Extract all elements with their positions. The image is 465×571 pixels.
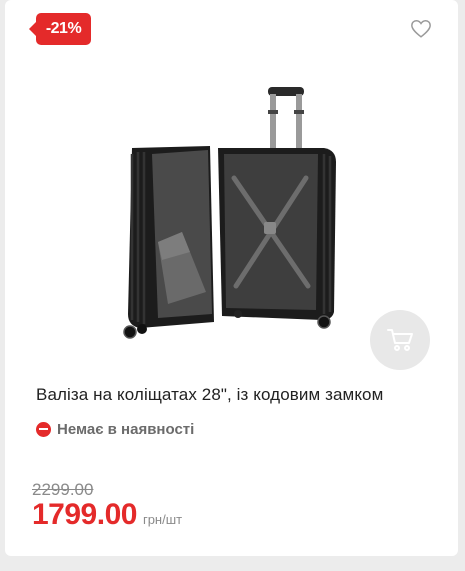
availability-status: Немає в наявності bbox=[36, 419, 194, 439]
minus-circle-icon bbox=[36, 421, 51, 437]
product-image[interactable] bbox=[110, 82, 350, 344]
price-row: 1799.00 грн/шт bbox=[32, 498, 182, 532]
add-to-cart-button[interactable] bbox=[370, 310, 430, 370]
old-price: 2299.00 bbox=[32, 480, 94, 499]
product-card[interactable]: -21% Валіза на коліщатах 28", із кодовим… bbox=[5, 0, 458, 556]
shopping-cart-icon bbox=[387, 329, 413, 351]
discount-badge: -21% bbox=[29, 13, 91, 45]
price-unit: грн/шт bbox=[142, 512, 183, 527]
heart-icon[interactable] bbox=[410, 18, 432, 40]
product-title[interactable]: Валіза на коліщатах 28", із кодовим замк… bbox=[36, 385, 446, 405]
availability-label: Немає в наявності bbox=[57, 420, 195, 438]
current-price: 1799.00 bbox=[32, 498, 137, 531]
